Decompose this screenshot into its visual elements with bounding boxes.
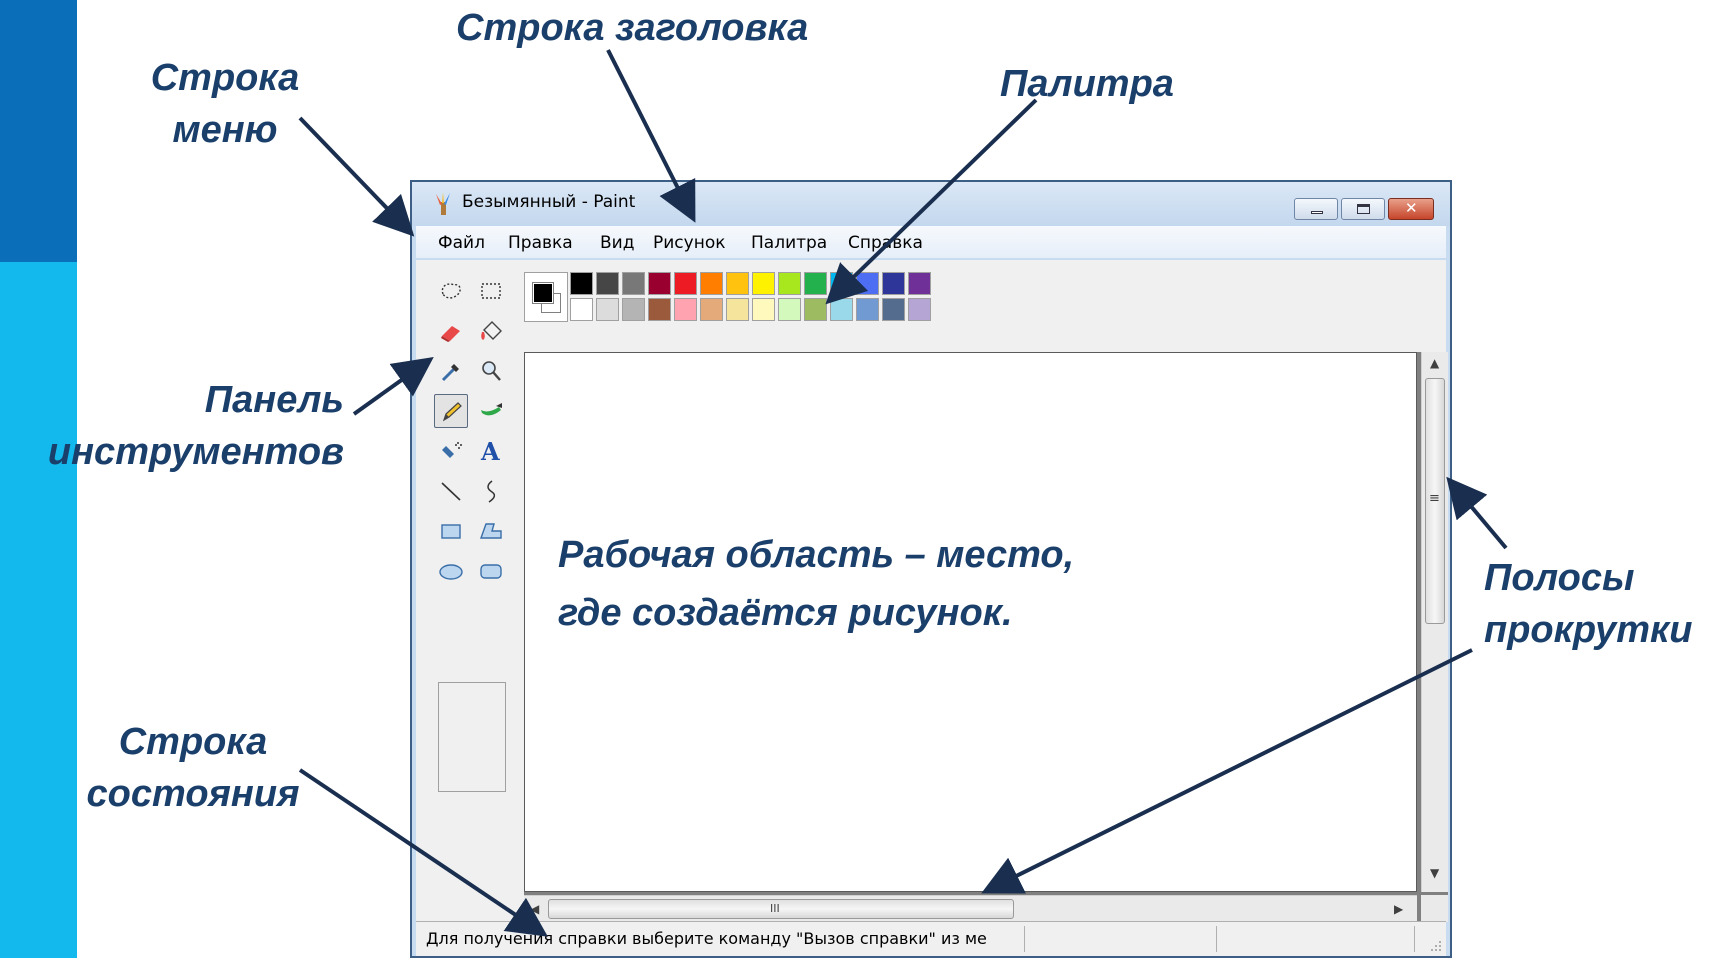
menu-file[interactable]: Файл (438, 233, 485, 253)
palette-swatch[interactable] (674, 298, 697, 321)
status-separator (1414, 926, 1415, 952)
palette-swatch[interactable] (648, 298, 671, 321)
scroll-right-icon[interactable]: ▶ (1394, 902, 1403, 916)
horizontal-grip: III (770, 902, 780, 915)
rect-select-icon[interactable] (474, 274, 508, 308)
vertical-scrollbar[interactable]: ▲ ≡ ▼ (1421, 352, 1448, 892)
palette-swatch[interactable] (570, 298, 593, 321)
color-picker-icon[interactable] (434, 354, 468, 388)
menu-bar-annotation-line-2: меню (172, 109, 278, 151)
palette-swatch[interactable] (908, 272, 931, 295)
svg-text:A: A (480, 437, 500, 466)
palette-swatch[interactable] (596, 298, 619, 321)
title-bar: Безымянный - Paint (412, 182, 1450, 226)
vertical-grip: ≡ (1429, 491, 1440, 506)
status-bar-annotation-line-1: Строка (118, 721, 268, 763)
palette-swatch[interactable] (804, 298, 827, 321)
palette-swatch[interactable] (830, 272, 853, 295)
airbrush-icon[interactable] (434, 434, 468, 468)
maximize-button[interactable] (1341, 198, 1385, 220)
menu-view[interactable]: Вид (600, 233, 634, 253)
menu-bar-arrow (298, 116, 415, 237)
palette-swatch[interactable] (882, 298, 905, 321)
palette-swatch[interactable] (778, 272, 801, 295)
palette-swatch[interactable] (726, 272, 749, 295)
palette-swatch[interactable] (674, 272, 697, 295)
current-colors[interactable] (524, 272, 568, 322)
horizontal-scroll-thumb[interactable]: III (548, 899, 1014, 919)
tool-options-box[interactable] (438, 682, 506, 792)
palette-swatch[interactable] (830, 298, 853, 321)
scrollbars-annotation: Полосы прокрутки (1484, 552, 1693, 656)
palette-swatch[interactable] (622, 298, 645, 321)
status-bar-annotation: Строка состояния (80, 716, 306, 820)
palette-swatch[interactable] (752, 272, 775, 295)
paint-app-icon (436, 192, 450, 215)
palette-swatch[interactable] (700, 272, 723, 295)
ellipse-icon[interactable] (434, 554, 468, 588)
palette-swatch[interactable] (726, 298, 749, 321)
window-title: Безымянный - Paint (462, 192, 636, 212)
rounded-rect-icon[interactable] (474, 554, 508, 588)
palette-swatch[interactable] (778, 298, 801, 321)
work-area-annotation: Рабочая область – место, где создаётся р… (558, 526, 1074, 642)
vertical-scroll-thumb[interactable]: ≡ (1425, 378, 1445, 624)
minimize-button[interactable] (1294, 198, 1338, 220)
menu-palette[interactable]: Палитра (751, 233, 827, 253)
palette-swatch[interactable] (804, 272, 827, 295)
title-bar-annotation: Строка заголовка (456, 7, 809, 49)
menu-bar: Файл Правка Вид Рисунок Палитра Справка (416, 226, 1446, 258)
menu-help[interactable]: Справка (848, 233, 923, 253)
brush-icon[interactable] (474, 394, 508, 428)
palette-swatch[interactable] (908, 298, 931, 321)
slide-accent-light (0, 262, 77, 958)
rectangle-icon[interactable] (434, 514, 468, 548)
slide-accent-dark (0, 0, 77, 262)
scrollbars-annotation-line-2: прокрутки (1484, 609, 1693, 651)
scroll-left-icon[interactable]: ◀ (530, 902, 539, 916)
polygon-icon[interactable] (474, 514, 508, 548)
status-separator (1024, 926, 1025, 952)
fill-bucket-icon[interactable] (474, 314, 508, 348)
text-icon[interactable]: A (474, 434, 508, 468)
work-area-line-2: где создаётся рисунок. (558, 592, 1013, 634)
status-bar-annotation-line-2: состояния (86, 773, 300, 815)
palette-swatch[interactable] (648, 272, 671, 295)
palette-swatch[interactable] (622, 272, 645, 295)
scrollbars-annotation-line-1: Полосы (1484, 557, 1635, 599)
toolbar-annotation-line-2: инструментов (47, 431, 344, 473)
status-text: Для получения справки выберите команду "… (426, 929, 987, 948)
palette-swatch[interactable] (882, 272, 905, 295)
foreground-color-swatch[interactable] (532, 282, 554, 304)
resize-grip-icon[interactable] (1428, 938, 1442, 952)
scroll-corner (1421, 895, 1448, 922)
line-icon[interactable] (434, 474, 468, 508)
scroll-up-icon[interactable]: ▲ (1430, 356, 1439, 370)
horizontal-scrollbar[interactable]: ◀ III ▶ (524, 895, 1417, 922)
status-separator (1216, 926, 1217, 952)
magnifier-icon[interactable] (474, 354, 508, 388)
close-button[interactable] (1388, 198, 1434, 220)
toolbar-annotation-line-1: Панель (204, 379, 344, 421)
pencil-icon[interactable] (434, 394, 468, 428)
menu-bar-annotation: Строка меню (150, 52, 300, 156)
palette-swatch[interactable] (570, 272, 593, 295)
curve-icon[interactable] (474, 474, 508, 508)
work-area-line-1: Рабочая область – место, (558, 534, 1075, 576)
menu-edit[interactable]: Правка (508, 233, 573, 253)
palette-swatch[interactable] (700, 298, 723, 321)
palette-swatch[interactable] (596, 272, 619, 295)
scroll-down-icon[interactable]: ▼ (1430, 866, 1439, 880)
palette-annotation: Палитра (1000, 63, 1174, 105)
menu-image[interactable]: Рисунок (653, 233, 726, 253)
status-bar: Для получения справки выберите команду "… (416, 921, 1446, 956)
free-select-icon[interactable] (434, 274, 468, 308)
vertical-scrollbar-arrow (1446, 476, 1508, 550)
toolbar-annotation: Панель инструментов (8, 374, 344, 478)
palette-swatch[interactable] (752, 298, 775, 321)
eraser-icon[interactable] (434, 314, 468, 348)
menu-bar-annotation-line-1: Строка (150, 57, 300, 99)
palette-swatch[interactable] (856, 298, 879, 321)
palette-swatch[interactable] (856, 272, 879, 295)
